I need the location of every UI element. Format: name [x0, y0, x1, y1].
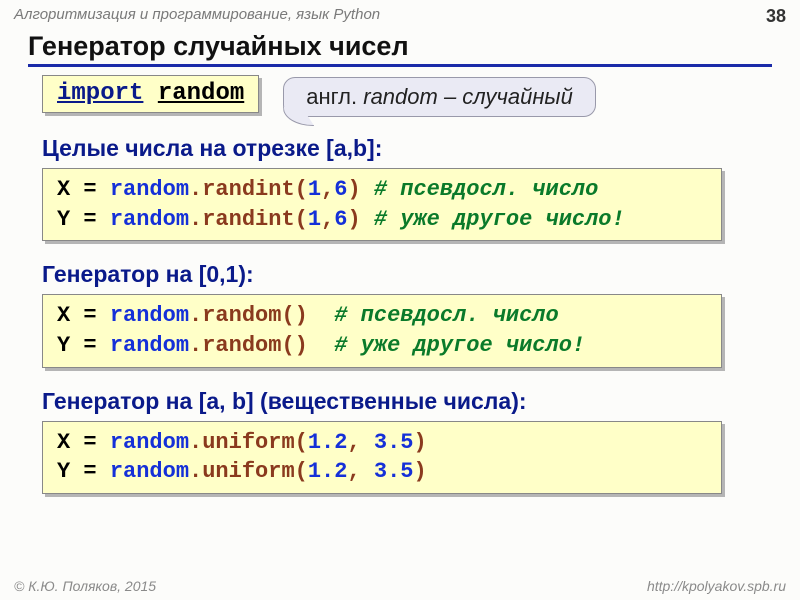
comment: # уже другое число! [334, 333, 585, 358]
var-x: X [57, 177, 70, 202]
fn: randint [202, 207, 294, 232]
rp: ) [413, 430, 426, 455]
arg-b: 6 [334, 177, 347, 202]
rp: ) [295, 303, 308, 328]
lp: ( [281, 303, 294, 328]
var-y: Y [57, 333, 70, 358]
fn: randint [202, 177, 294, 202]
eq: = [70, 303, 110, 328]
eq: = [70, 177, 110, 202]
dot: . [189, 430, 202, 455]
section1-code: X = random.randint(1,6) # псевдосл. числ… [42, 168, 722, 241]
course-title: Алгоритмизация и программирование, язык … [14, 6, 380, 23]
section3-code: X = random.uniform(1.2, 3.5) Y = random.… [42, 421, 722, 494]
mod: random [110, 430, 189, 455]
mod: random [110, 177, 189, 202]
arg-b: 3.5 [374, 430, 414, 455]
code-line: Y = random.random() # уже другое число! [57, 331, 707, 361]
lp: ( [281, 333, 294, 358]
bubble-suffix: – случайный [438, 84, 573, 109]
bubble-prefix: англ. [306, 84, 363, 109]
arg-a: 1 [308, 207, 321, 232]
slide-title: Генератор случайных чисел [28, 31, 772, 67]
fn: uniform [202, 459, 294, 484]
fn: uniform [202, 430, 294, 455]
rp: ) [295, 333, 308, 358]
import-code-box: import random [42, 75, 259, 113]
code-line: X = random.randint(1,6) # псевдосл. числ… [57, 175, 707, 205]
eq: = [70, 207, 110, 232]
section3-label: Генератор на [a, b] (вещественные числа)… [42, 388, 772, 415]
footer-url: http://kpolyakov.spb.ru [647, 578, 786, 594]
var-y: Y [57, 207, 70, 232]
module-random: random [158, 80, 244, 107]
translation-bubble: англ. random – случайный [283, 77, 596, 117]
rp: ) [347, 207, 360, 232]
fn: random [202, 333, 281, 358]
mod: random [110, 333, 189, 358]
bubble-word: random [363, 84, 438, 109]
lp: ( [295, 459, 308, 484]
rp: ) [413, 459, 426, 484]
comma: , [347, 430, 373, 455]
lp: ( [295, 207, 308, 232]
eq: = [70, 459, 110, 484]
code-line: Y = random.randint(1,6) # уже другое чис… [57, 205, 707, 235]
code-line: Y = random.uniform(1.2, 3.5) [57, 457, 707, 487]
header-bar: Алгоритмизация и программирование, язык … [0, 0, 800, 27]
page-number: 38 [766, 6, 786, 27]
fn: random [202, 303, 281, 328]
comment: # псевдосл. число [374, 177, 598, 202]
section2-code: X = random.random() # псевдосл. число Y … [42, 294, 722, 367]
comment: # уже другое число! [374, 207, 625, 232]
rp: ) [347, 177, 360, 202]
code-line: X = random.random() # псевдосл. число [57, 301, 707, 331]
arg-a: 1.2 [308, 459, 348, 484]
var-x: X [57, 430, 70, 455]
dot: . [189, 333, 202, 358]
footer: © К.Ю. Поляков, 2015 http://kpolyakov.sp… [0, 578, 800, 594]
dot: . [189, 459, 202, 484]
dot: . [189, 177, 202, 202]
arg-a: 1.2 [308, 430, 348, 455]
section2-label: Генератор на [0,1): [42, 261, 772, 288]
space [143, 80, 157, 107]
comma: , [347, 459, 373, 484]
pad [308, 333, 334, 358]
dot: . [189, 207, 202, 232]
var-y: Y [57, 459, 70, 484]
copyright: © К.Ю. Поляков, 2015 [14, 578, 156, 594]
code-line: X = random.uniform(1.2, 3.5) [57, 428, 707, 458]
sp [361, 207, 374, 232]
mod: random [110, 459, 189, 484]
comment: # псевдосл. число [334, 303, 558, 328]
lp: ( [295, 177, 308, 202]
import-row: import random англ. random – случайный [42, 75, 772, 117]
pad [308, 303, 334, 328]
dot: . [189, 303, 202, 328]
section1-label: Целые числа на отрезке [a,b]: [42, 135, 772, 162]
arg-a: 1 [308, 177, 321, 202]
kw-import: import [57, 80, 143, 107]
slide: Алгоритмизация и программирование, язык … [0, 0, 800, 600]
comma: , [321, 207, 334, 232]
sp [361, 177, 374, 202]
eq: = [70, 333, 110, 358]
comma: , [321, 177, 334, 202]
content: import random англ. random – случайный Ц… [0, 67, 800, 494]
var-x: X [57, 303, 70, 328]
lp: ( [295, 430, 308, 455]
eq: = [70, 430, 110, 455]
arg-b: 3.5 [374, 459, 414, 484]
arg-b: 6 [334, 207, 347, 232]
mod: random [110, 207, 189, 232]
mod: random [110, 303, 189, 328]
